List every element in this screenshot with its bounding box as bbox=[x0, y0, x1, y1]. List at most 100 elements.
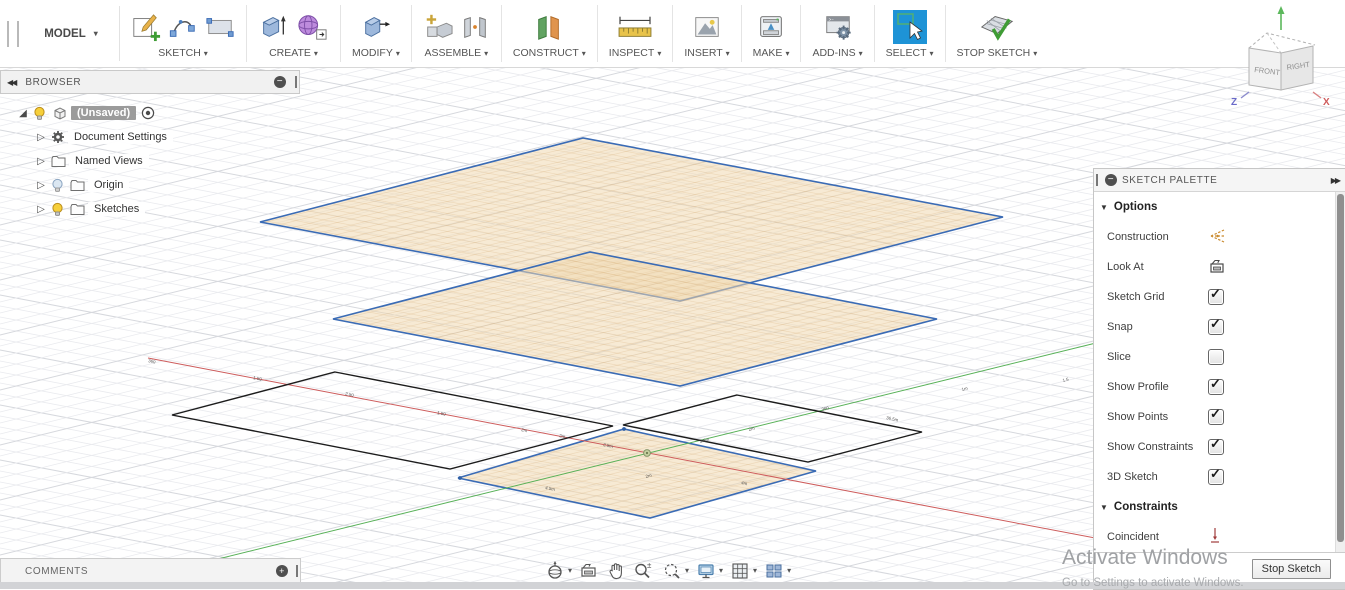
coincident-icon[interactable] bbox=[1208, 527, 1222, 548]
tree-item-label[interactable]: Document Settings bbox=[68, 130, 173, 144]
radio-target-icon[interactable] bbox=[141, 106, 155, 120]
toolbar-group-add-ins: >- ADD-INS ▾ bbox=[801, 5, 875, 62]
insert-image-icon[interactable] bbox=[692, 12, 722, 42]
zoom-icon[interactable]: ± bbox=[631, 561, 657, 581]
form-icon[interactable] bbox=[295, 12, 329, 42]
toolbar-group-label-create[interactable]: CREATE ▾ bbox=[269, 46, 318, 62]
collapse-right-icon[interactable]: ▶▶ bbox=[1331, 176, 1341, 185]
toolbar-group-label-assemble[interactable]: ASSEMBLE ▾ bbox=[425, 46, 489, 62]
checkbox-checked[interactable]: ✓ bbox=[1208, 376, 1224, 395]
checkbox-checked[interactable]: ✓ bbox=[1208, 436, 1224, 455]
browser-tree-row[interactable]: ▷ Document Settings bbox=[0, 125, 300, 149]
minimize-panel-icon[interactable]: − bbox=[274, 76, 286, 88]
browser-header[interactable]: ◀◀ BROWSER − bbox=[0, 70, 300, 94]
panel-grip-icon[interactable] bbox=[295, 76, 297, 88]
expander-closed-icon[interactable]: ▷ bbox=[34, 156, 48, 167]
toolbar-group-label-modify[interactable]: MODIFY ▾ bbox=[352, 46, 400, 62]
toolbar-group-label-select[interactable]: SELECT ▾ bbox=[886, 46, 934, 62]
toolbar-group-label-add-ins[interactable]: ADD-INS ▾ bbox=[812, 46, 862, 62]
stop-sketch-button[interactable]: Stop Sketch bbox=[1251, 559, 1331, 579]
folder-icon[interactable] bbox=[51, 155, 66, 168]
construction-icon[interactable] bbox=[1208, 228, 1226, 247]
browser-tree-row[interactable]: ▷ Named Views bbox=[0, 149, 300, 173]
tree-item-label[interactable]: Named Views bbox=[69, 154, 149, 168]
toolbar-group-label-stop-sketch[interactable]: STOP SKETCH ▾ bbox=[957, 46, 1038, 62]
bulb-on-icon[interactable] bbox=[51, 202, 64, 217]
checkbox-checked[interactable]: ✓ bbox=[1208, 406, 1224, 425]
zoom-window-icon[interactable]: ▾ bbox=[660, 561, 691, 581]
toolbar-group-label-insert[interactable]: INSERT ▾ bbox=[684, 46, 729, 62]
select-icon[interactable] bbox=[892, 9, 927, 44]
main-toolbar: MODEL ▾ SKETCH ▾ CREATE ▾ MODIFY ▾ ASSEMBLE ▾ CO… bbox=[0, 0, 1345, 68]
create-sketch-icon[interactable] bbox=[131, 12, 161, 42]
toolbar-group-sketch: SKETCH ▾ bbox=[120, 5, 247, 62]
tree-item-label[interactable]: Sketches bbox=[88, 202, 146, 216]
display-settings-icon[interactable]: ▾ bbox=[694, 561, 725, 581]
expander-closed-icon[interactable]: ▷ bbox=[34, 132, 48, 143]
chevron-down-icon: ▾ bbox=[484, 49, 489, 58]
sketch-palette-header[interactable]: − SKETCH PALETTE ▶▶ bbox=[1094, 169, 1345, 192]
stop-sketch-icon[interactable] bbox=[978, 11, 1016, 43]
extrude-icon[interactable] bbox=[258, 12, 288, 42]
checkbox-unchecked[interactable] bbox=[1208, 349, 1224, 365]
rectangle-2-point-icon[interactable] bbox=[205, 12, 235, 42]
toolbar-group-label-sketch[interactable]: SKETCH ▾ bbox=[158, 46, 208, 62]
pan-icon[interactable] bbox=[604, 561, 628, 581]
grid-settings-icon[interactable]: ▾ bbox=[728, 561, 759, 581]
collapse-left-icon[interactable]: ◀◀ bbox=[7, 78, 17, 87]
minimize-panel-icon[interactable]: − bbox=[1105, 174, 1117, 186]
spline-icon[interactable] bbox=[168, 12, 198, 42]
toolbar-drag-handle-icon[interactable] bbox=[7, 20, 19, 47]
folder-icon[interactable] bbox=[70, 179, 85, 192]
triangle-down-icon: ▼ bbox=[1100, 502, 1108, 512]
construction-plane-icon[interactable] bbox=[534, 12, 564, 42]
scrollbar-thumb[interactable] bbox=[1337, 194, 1344, 542]
bulb-off-icon[interactable] bbox=[51, 178, 64, 193]
toolbar-group-select: SELECT ▾ bbox=[875, 5, 946, 62]
palette-scrollbar[interactable] bbox=[1335, 192, 1345, 552]
browser-tree-row[interactable]: ◢ (Unsaved) bbox=[0, 101, 300, 125]
measure-icon[interactable] bbox=[613, 12, 657, 42]
lookat-icon[interactable] bbox=[1208, 258, 1226, 277]
palette-section-constraints[interactable]: ▼ Constraints bbox=[1094, 492, 1345, 522]
view-navigation-toolbar: ▾ ± ▾ ▾ ▾ ▾ bbox=[543, 557, 793, 584]
chevron-down-icon: ▾ bbox=[313, 49, 318, 58]
folder-icon[interactable] bbox=[70, 203, 85, 216]
workspace-switcher[interactable]: MODEL ▾ bbox=[23, 6, 120, 61]
tree-item-label[interactable]: Origin bbox=[88, 178, 130, 192]
3d-print-icon[interactable] bbox=[756, 12, 786, 42]
add-comment-icon[interactable]: + bbox=[276, 565, 288, 577]
checkbox-checked[interactable]: ✓ bbox=[1208, 466, 1224, 485]
palette-section-options[interactable]: ▼ Options bbox=[1094, 192, 1345, 222]
toolbar-group-label-make[interactable]: MAKE ▾ bbox=[753, 46, 790, 62]
toolbar-group-label-construct[interactable]: CONSTRUCT ▾ bbox=[513, 46, 586, 62]
orbit-icon[interactable]: ▾ bbox=[543, 560, 574, 581]
browser-tree-row[interactable]: ▷ Origin bbox=[0, 173, 300, 197]
toolbar-group-label-inspect[interactable]: INSPECT ▾ bbox=[609, 46, 662, 62]
checkbox-checked[interactable]: ✓ bbox=[1208, 316, 1224, 335]
expander-closed-icon[interactable]: ▷ bbox=[34, 204, 48, 215]
look-at-icon[interactable] bbox=[577, 561, 601, 581]
browser-tree-row[interactable]: ▷ Sketches bbox=[0, 197, 300, 221]
scripts-addins-icon[interactable]: >- bbox=[823, 12, 853, 42]
comments-bar[interactable]: COMMENTS + bbox=[0, 558, 301, 584]
gear-icon[interactable] bbox=[51, 130, 65, 144]
palette-row-snap: Snap ✓ bbox=[1094, 312, 1345, 342]
chevron-down-icon: ▾ bbox=[929, 49, 934, 58]
new-component-icon[interactable] bbox=[423, 12, 453, 42]
panel-grip-icon[interactable] bbox=[296, 565, 298, 577]
viewcube[interactable]: FRONT RIGHT Z X bbox=[1229, 2, 1333, 107]
expander-closed-icon[interactable]: ▷ bbox=[34, 180, 48, 191]
checkbox-checked[interactable]: ✓ bbox=[1208, 286, 1224, 305]
press-pull-icon[interactable] bbox=[361, 12, 391, 42]
sketch-vertex-dot[interactable] bbox=[458, 476, 462, 480]
panel-grip-icon[interactable] bbox=[1096, 174, 1098, 186]
bulb-on-icon[interactable] bbox=[33, 106, 46, 121]
expander-open-icon[interactable]: ◢ bbox=[16, 108, 30, 119]
joint-icon[interactable] bbox=[460, 12, 490, 42]
toolbar-group-assemble: ASSEMBLE ▾ bbox=[412, 5, 502, 62]
sketch-vertex-dot[interactable] bbox=[622, 427, 626, 431]
viewports-icon[interactable]: ▾ bbox=[762, 561, 793, 581]
toolbar-group-inspect: INSPECT ▾ bbox=[598, 5, 674, 62]
tree-item-label[interactable]: (Unsaved) bbox=[71, 106, 137, 120]
